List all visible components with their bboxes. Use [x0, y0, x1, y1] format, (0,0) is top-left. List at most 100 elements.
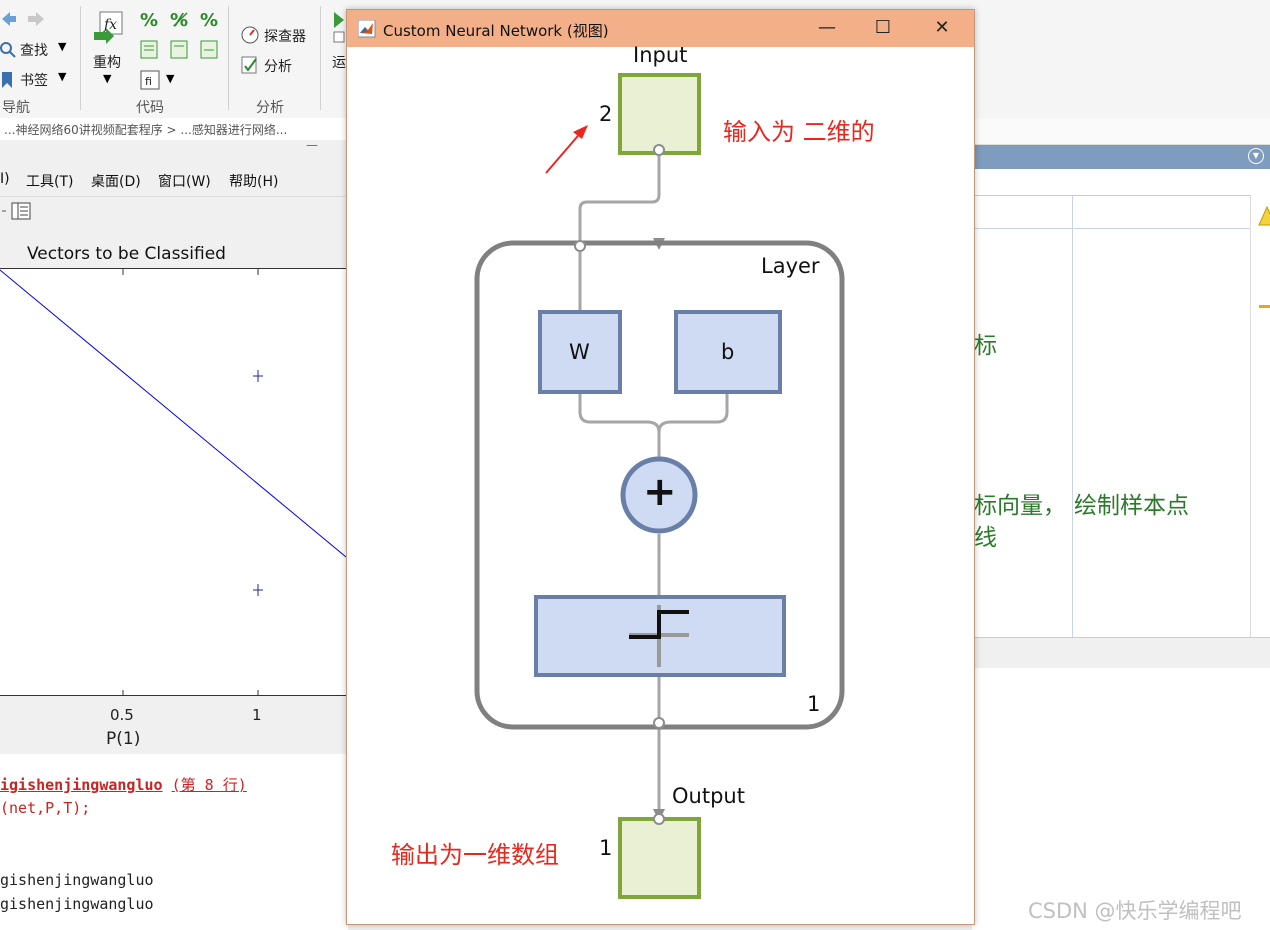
analysis-group-label: 分析	[256, 100, 284, 116]
separator	[320, 6, 321, 110]
indent-icons[interactable]	[140, 40, 220, 60]
refactor-icon: fx	[94, 11, 123, 44]
input-label: Input	[633, 43, 688, 67]
neural-network-view-window: Custom Neural Network (视图) — ☐ ✕ Input 2…	[346, 9, 975, 925]
table-cell-text: 绘制样本点	[1074, 493, 1189, 519]
find-button[interactable]: 查找	[20, 40, 48, 60]
port	[653, 144, 665, 156]
right-pane-header: ▼	[972, 145, 1270, 169]
window-titlebar[interactable]: Custom Neural Network (视图) — ☐ ✕	[347, 10, 974, 47]
refactor-dropdown-icon[interactable]: ▼	[103, 72, 111, 85]
profiler-icon	[241, 26, 259, 44]
separator	[228, 6, 229, 110]
figure-minimize-button[interactable]: —	[306, 138, 318, 152]
maximize-button[interactable]: ☐	[860, 14, 906, 42]
comment-icon[interactable]: %	[140, 10, 158, 31]
data-point	[253, 370, 263, 382]
error-line-link[interactable]: (第 8 行)	[172, 776, 247, 794]
output-size-label: 1	[599, 836, 613, 860]
plot-svg	[0, 269, 348, 696]
right-pane-footer	[972, 637, 1270, 668]
error-file-link[interactable]: igishenjingwangluo	[0, 776, 163, 794]
menu-item-tools[interactable]: 工具(T)	[26, 171, 73, 191]
sum-symbol: +	[643, 469, 677, 515]
find-icon	[0, 42, 16, 58]
axes[interactable]	[0, 268, 348, 696]
port	[574, 240, 586, 252]
table-cell-text: 标向量，	[974, 493, 1066, 519]
uncomment-icon[interactable]: %̸	[170, 10, 188, 31]
close-button[interactable]: ✕	[919, 14, 965, 42]
port	[653, 813, 665, 825]
back-forward-icon[interactable]	[0, 10, 50, 34]
minimize-button[interactable]: —	[804, 14, 850, 42]
output-line: gishenjingwangluo	[0, 895, 154, 913]
warning-icon	[1258, 205, 1270, 226]
warning-marker[interactable]	[1259, 305, 1270, 308]
right-scroll-gutter[interactable]	[1250, 195, 1270, 637]
input-box	[618, 73, 701, 155]
figure-toolbar	[0, 196, 348, 226]
separator	[80, 6, 81, 110]
profiler-button[interactable]: 探查器	[264, 26, 306, 46]
bookmark-button[interactable]: 书签	[20, 70, 48, 90]
run-icon[interactable]	[332, 10, 346, 44]
port	[653, 717, 665, 729]
annotation-arrow	[545, 129, 584, 174]
table-divider	[1072, 196, 1073, 638]
breadcrumb: ...神经网络60讲视频配套程序 > ...感知器进行网络...	[4, 123, 288, 137]
menu-item-help[interactable]: 帮助(H)	[229, 171, 278, 191]
menu-item-desktop[interactable]: 桌面(D)	[91, 171, 141, 191]
decision-boundary-line	[0, 269, 348, 559]
refactor-button[interactable]: 重构	[93, 52, 121, 72]
menu-item-window[interactable]: 窗口(W)	[158, 171, 211, 191]
output-box	[618, 817, 701, 899]
wrap-comment-icon[interactable]: %	[200, 10, 218, 31]
bias-label: b	[721, 340, 735, 364]
output-line: gishenjingwangluo	[0, 871, 154, 889]
window-title: Custom Neural Network (视图)	[383, 22, 609, 40]
table-divider	[972, 228, 1250, 229]
matlab-logo-icon	[358, 20, 376, 38]
command-window[interactable]: igishenjingwangluo (第 8 行) (net,P,T); gi…	[0, 754, 348, 930]
error-code-line: (net,P,T);	[0, 799, 91, 817]
data-point	[253, 584, 263, 596]
layer-count-label: 1	[807, 692, 821, 716]
document-table: 标 标向量， 绘制样本点 线	[972, 195, 1250, 638]
watermark: CSDN @快乐学编程吧	[1028, 899, 1242, 923]
output-label: Output	[672, 784, 745, 808]
run-button[interactable]: 运	[332, 52, 346, 72]
find-dropdown-icon[interactable]: ▼	[58, 40, 66, 53]
menu-item-partial[interactable]: I)	[0, 171, 10, 187]
code-group-label: 代码	[136, 100, 164, 116]
svg-text:fx: fx	[103, 17, 117, 33]
connector-input-layer	[578, 150, 661, 246]
function-dropdown-icon[interactable]: ▼	[166, 72, 174, 85]
table-cell-text: 标	[974, 333, 997, 359]
weight-label: W	[569, 340, 590, 364]
figure-menubar: I) 工具(T) 桌面(D) 窗口(W) 帮助(H)	[0, 168, 348, 192]
function-icon[interactable]: fi	[140, 70, 162, 90]
bookmark-icon	[2, 72, 12, 88]
right-pane-strip	[972, 118, 1270, 145]
output-annotation: 输出为一维数组	[391, 841, 559, 869]
bookmark-dropdown-icon[interactable]: ▼	[58, 70, 66, 83]
input-size-label: 2	[599, 102, 613, 126]
layer-label: Layer	[761, 254, 820, 278]
x-tick-label: 1	[252, 706, 262, 724]
annotation-arrowhead	[573, 125, 588, 139]
chevron-down-icon[interactable]: ▼	[1248, 148, 1264, 164]
input-annotation: 输入为 二维的	[723, 118, 875, 146]
x-tick-label: 0.5	[110, 706, 134, 724]
chart-title: Vectors to be Classified	[27, 244, 226, 264]
x-axis-line	[0, 695, 348, 696]
connector-w-sum	[578, 391, 661, 459]
x-axis-label: P(1)	[106, 729, 141, 749]
property-inspector-icon[interactable]	[0, 201, 34, 221]
connector-b-sum	[657, 391, 729, 433]
analyze-button[interactable]: 分析	[264, 56, 292, 76]
svg-text:fi: fi	[145, 75, 152, 88]
nav-group-label: 导航	[2, 100, 30, 116]
table-cell-text: 线	[974, 525, 997, 551]
analyze-icon	[241, 56, 257, 74]
